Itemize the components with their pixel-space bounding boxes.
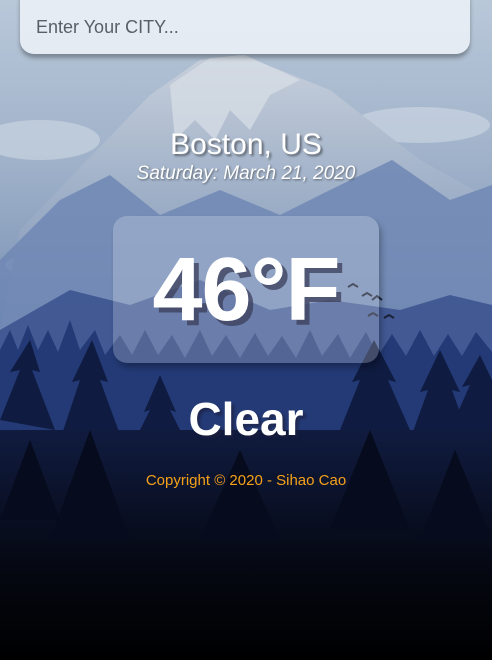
city-name: Boston, US [170,128,322,161]
copyright-text: Copyright © 2020 - Sihao Cao [145,472,347,489]
city-search-input[interactable] [20,0,470,54]
current-date: Saturday: March 21, 2020 [136,163,356,184]
temperature-card: 46°F [113,216,379,363]
search-bar [20,0,470,54]
location-block: Boston, US Saturday: March 21, 2020 [0,127,492,185]
weather-condition: Clear [188,393,304,445]
temperature-value: 46°F [152,239,340,340]
